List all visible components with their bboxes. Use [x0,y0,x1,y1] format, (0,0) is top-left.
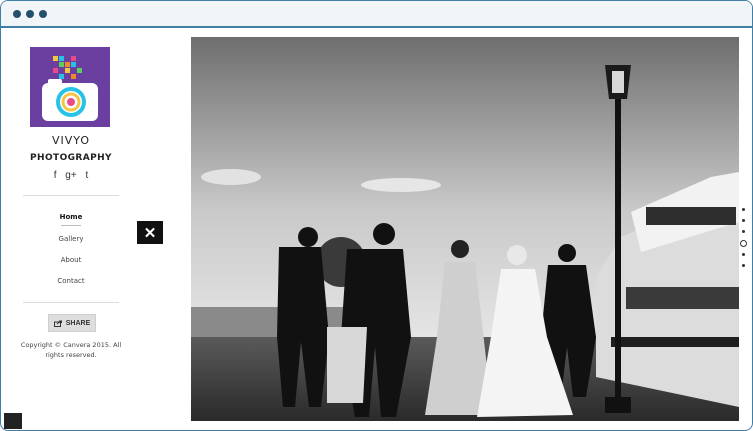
brand-name: VIVYO [51,134,91,147]
social-links: f g+ t [1,170,141,181]
share-label: SHARE [65,319,91,327]
copyright-text: Copyright © Canvera 2015. All rights res… [20,341,122,359]
sidebar: VIVYO PHOTOGRAPHY f g+ t Home Gallery Ab… [1,28,141,430]
hero-photo [191,37,739,421]
divider [23,302,119,303]
slide-dot-active[interactable] [740,240,747,247]
slide-dot[interactable] [742,219,745,222]
corner-widget[interactable] [4,413,22,429]
nav-item-gallery[interactable]: Gallery [1,235,141,243]
nav-item-about[interactable]: About [1,256,141,264]
twitter-icon[interactable]: t [85,170,88,181]
slide-dot[interactable] [742,230,745,233]
close-icon: ✕ [143,224,157,242]
close-button[interactable]: ✕ [137,221,163,244]
window-maximize-dot[interactable] [39,10,47,18]
nav-item-contact[interactable]: Contact [1,277,141,285]
share-icon [53,320,62,327]
nav-item-home[interactable]: Home [1,213,141,226]
divider [23,195,119,196]
slide-dot[interactable] [742,253,745,256]
browser-window: VIVYO PHOTOGRAPHY f g+ t Home Gallery Ab… [0,0,753,431]
share-button[interactable]: SHARE [48,314,96,332]
facebook-icon[interactable]: f [54,170,57,181]
window-minimize-dot[interactable] [26,10,34,18]
slide-dot[interactable] [742,264,745,267]
camera-logo[interactable] [30,47,110,127]
google-plus-icon[interactable]: g+ [65,170,76,181]
window-close-dot[interactable] [13,10,21,18]
window-titlebar [1,1,752,28]
slide-dot[interactable] [742,208,745,211]
brand-tagline: PHOTOGRAPHY [30,153,112,163]
